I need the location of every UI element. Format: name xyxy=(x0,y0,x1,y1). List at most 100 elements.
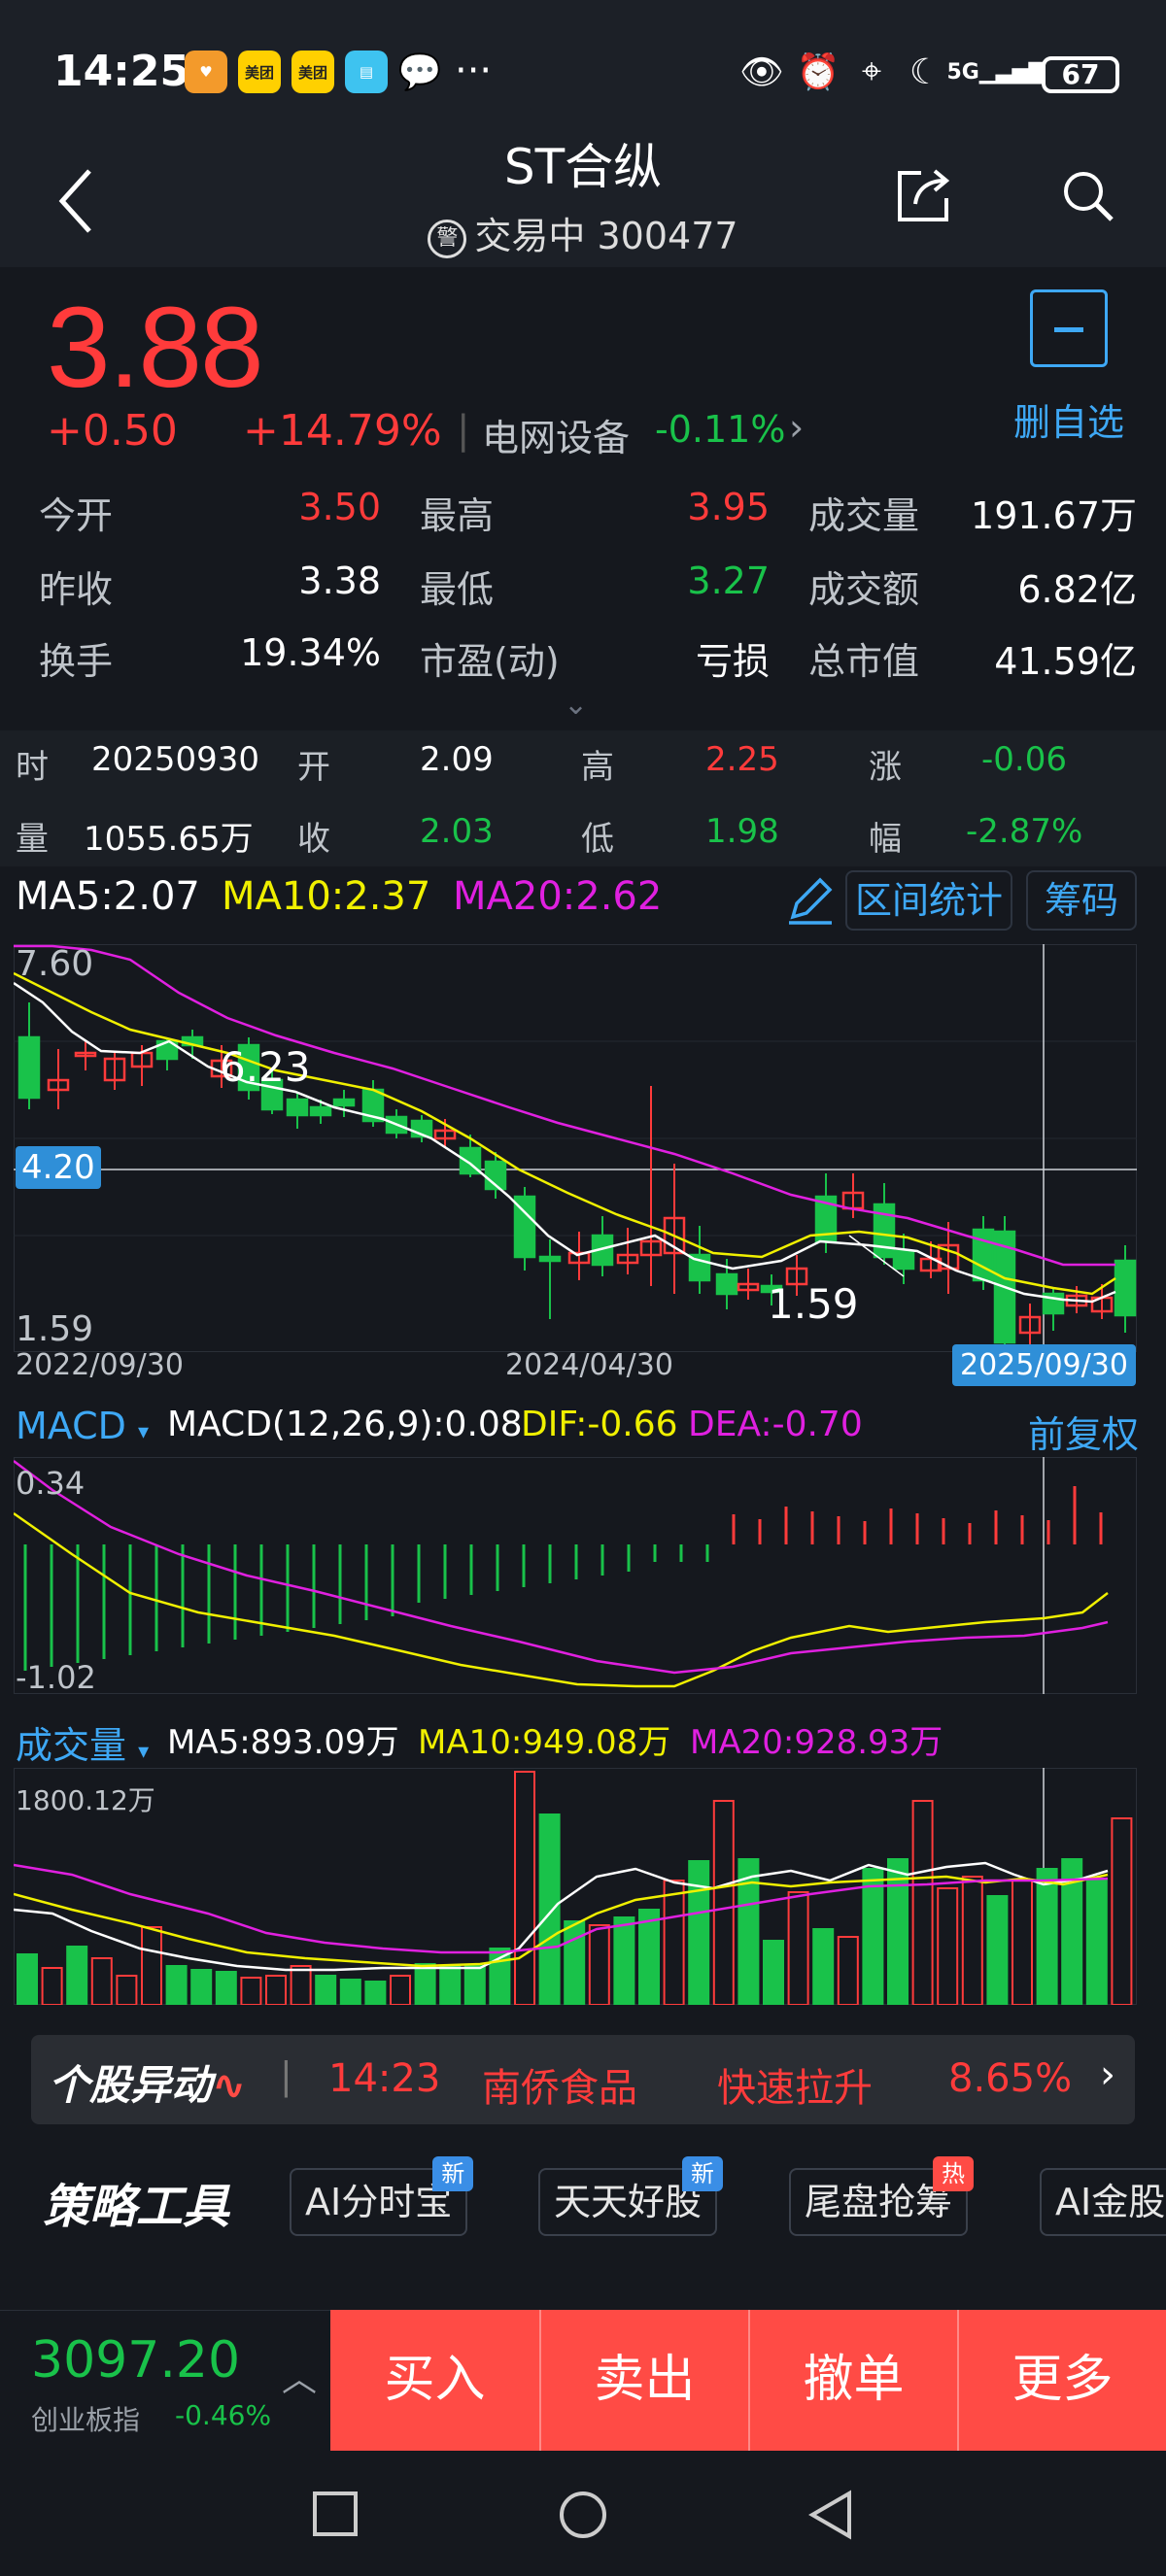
chips-button[interactable]: 筹码 xyxy=(1026,870,1137,931)
expand-chevron-icon[interactable]: ⌄ xyxy=(564,688,588,722)
home-icon[interactable] xyxy=(558,2490,608,2540)
detail-high: 2.25 xyxy=(705,740,779,779)
share-icon[interactable] xyxy=(892,165,954,227)
volume-ma5: MA5:893.09万 xyxy=(167,1723,399,1762)
stat-label-prev-close: 昨收 xyxy=(39,568,114,611)
hot-badge: 热 xyxy=(933,2156,975,2191)
candle-body xyxy=(309,1105,332,1117)
stat-value-volume: 191.67万 xyxy=(971,494,1137,537)
volume-selector[interactable]: 成交量 ▾ xyxy=(16,1715,149,1769)
detail-volume: 1055.65万 xyxy=(84,820,254,859)
tool-ai-gold[interactable]: AI金股 xyxy=(1040,2168,1166,2236)
status-bar: 14:25 ♥ 美团 美团 ▤ 💬 ··· 👁 ⏰ ⌖ ☾ 5G ▁▃▅▇ 67 xyxy=(0,0,1166,146)
low-price-label: 1.59 xyxy=(768,1280,859,1328)
volume-bar xyxy=(41,1967,63,2005)
volume-bar xyxy=(986,1895,1009,2005)
tool-daily-picks[interactable]: 天天好股新 xyxy=(538,2156,724,2236)
volume-bar xyxy=(190,1969,213,2005)
recent-apps-icon[interactable] xyxy=(311,2490,360,2538)
volume-bar xyxy=(538,1813,561,2005)
alert-stock: 南侨食品 xyxy=(482,2066,637,2111)
volume-bar xyxy=(787,1891,809,2005)
volume-bar xyxy=(90,1957,113,2005)
chevron-up-icon[interactable]: ︿ xyxy=(282,2351,317,2401)
index-value[interactable]: 3097.20 xyxy=(31,2331,240,2390)
range-stats-button[interactable]: 区间统计 xyxy=(845,870,1012,931)
volume-ma20-line xyxy=(14,1863,1109,1954)
search-icon[interactable] xyxy=(1059,167,1117,225)
peak-price-label: 6.23 xyxy=(220,1043,311,1091)
book-app-icon: ▤ xyxy=(345,51,388,93)
volume-bar xyxy=(564,1920,586,2005)
volume-bar xyxy=(663,1880,685,2005)
macd-params: MACD(12,26,9):0.08 xyxy=(167,1405,523,1444)
trade-panel: 买入 卖出 撤单 更多 xyxy=(330,2310,1166,2451)
detail-open: 2.09 xyxy=(420,740,494,779)
volume-bar xyxy=(1085,1878,1108,2005)
warning-badge: 警 xyxy=(428,219,467,258)
adjust-mode-button[interactable]: 前复权 xyxy=(1028,1405,1139,1458)
alert-time: 14:23 xyxy=(328,2056,441,2101)
kline-chart[interactable] xyxy=(14,944,1137,1352)
stat-label-volume: 成交量 xyxy=(808,494,920,537)
system-nav-bar xyxy=(0,2451,1166,2576)
volume-bar xyxy=(439,1965,462,2005)
chart-frame xyxy=(14,944,1137,1352)
tool-ai-timeshare[interactable]: AI分时宝新 xyxy=(290,2156,474,2236)
clock: 14:25 xyxy=(53,47,190,96)
volume-bar xyxy=(141,1926,162,2005)
remove-watchlist-button[interactable] xyxy=(1030,289,1108,367)
index-name: 创业板指 xyxy=(31,2404,141,2436)
volume-ma10: MA10:949.08万 xyxy=(418,1723,671,1762)
back-nav-icon[interactable] xyxy=(806,2490,855,2540)
more-button[interactable]: 更多 xyxy=(957,2310,1166,2451)
volume-bar xyxy=(116,1975,138,2005)
volume-y-max: 1800.12万 xyxy=(16,1784,155,1816)
alarm-icon: ⏰ xyxy=(796,52,840,92)
volume-bar xyxy=(66,1946,88,2005)
ma20-legend: MA20:2.62 xyxy=(453,874,663,919)
date-mid: 2024/04/30 xyxy=(505,1348,673,1382)
sector-name[interactable]: 电网设备 xyxy=(482,408,630,461)
stat-label-high: 最高 xyxy=(420,494,495,537)
candle-body xyxy=(715,1272,738,1296)
location-icon: ⌖ xyxy=(861,51,882,91)
meituan-icon: 美团 xyxy=(238,51,281,93)
volume-bar xyxy=(638,1909,660,2005)
volume-bar xyxy=(613,1916,635,2005)
volume-bar xyxy=(1012,1880,1033,2005)
sell-button[interactable]: 卖出 xyxy=(539,2310,748,2451)
sector-change[interactable]: -0.11% xyxy=(655,408,785,451)
buy-button[interactable]: 买入 xyxy=(330,2310,539,2451)
macd-chart[interactable] xyxy=(14,1457,1137,1694)
volume-bar xyxy=(215,1971,237,2005)
battery-icon: 67 xyxy=(1042,56,1119,93)
volume-bar xyxy=(588,1924,610,2005)
volume-bar xyxy=(290,1965,312,2005)
candle-body xyxy=(538,1255,562,1263)
volume-bar xyxy=(1111,1817,1133,2005)
new-badge: 新 xyxy=(682,2156,724,2191)
remove-watchlist-label[interactable]: 删自选 xyxy=(1013,392,1124,446)
volume-bar xyxy=(240,1977,262,2005)
volume-bar xyxy=(364,1981,387,2005)
alert-event: 快速拉升 xyxy=(717,2066,873,2111)
indicator-selector[interactable]: MACD ▾ xyxy=(16,1405,149,1447)
ma10-legend: MA10:2.37 xyxy=(222,874,431,919)
volume-ma5-line xyxy=(14,1861,1109,1972)
pencil-icon[interactable] xyxy=(783,872,838,927)
volume-bar xyxy=(1036,1868,1058,2005)
heart-app-icon: ♥ xyxy=(185,51,227,93)
volume-bar xyxy=(812,1928,835,2005)
volume-chart[interactable] xyxy=(14,1768,1137,2005)
stat-label-pe-ratio: 市盈(动) xyxy=(420,640,560,683)
volume-bar xyxy=(911,1800,934,2005)
volume-bar xyxy=(165,1965,188,2005)
volume-bar xyxy=(887,1858,909,2005)
stock-alert-bar[interactable]: 个股异动∿ | 14:23 南侨食品 快速拉升 8.65% › xyxy=(31,2035,1135,2124)
detail-low: 1.98 xyxy=(705,812,779,851)
cancel-order-button[interactable]: 撤单 xyxy=(748,2310,957,2451)
tool-closing-rush[interactable]: 尾盘抢筹热 xyxy=(789,2156,975,2236)
price-change-pct: +14.79% xyxy=(243,406,442,456)
current-price: 3.88 xyxy=(47,284,264,412)
